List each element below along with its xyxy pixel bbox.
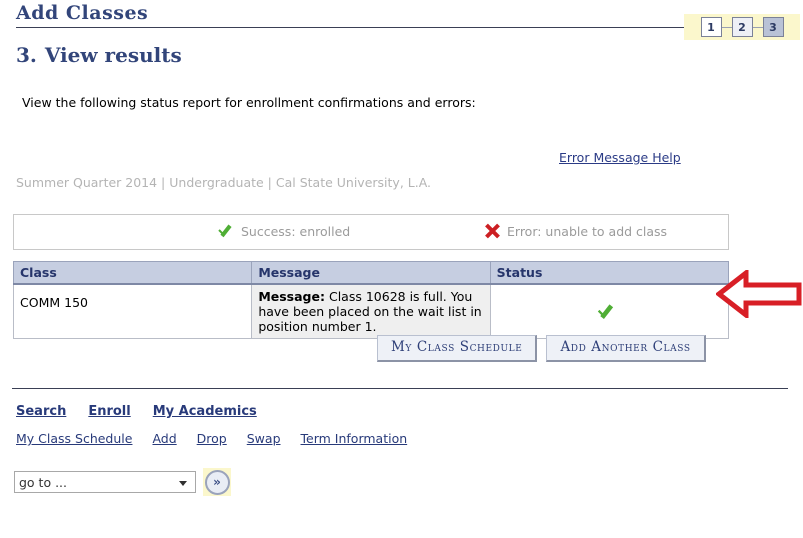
add-another-class-button[interactable]: Add Another Class [546, 335, 706, 362]
goto-submit-button[interactable]: » [203, 468, 231, 496]
table-row: COMM 150 Message: Class 10628 is full. Y… [12, 283, 730, 339]
goto-select[interactable]: go to ... [14, 471, 196, 493]
double-chevron-right-icon: » [204, 469, 230, 495]
nav-link-add[interactable]: Add [152, 431, 176, 446]
section-heading: 3. View results [16, 43, 182, 67]
column-header-class: Class [12, 261, 253, 285]
nav-link-swap[interactable]: Swap [247, 431, 281, 446]
footer-divider [12, 388, 788, 389]
error-message-help-link[interactable]: Error Message Help [559, 150, 681, 165]
step-box-3[interactable]: 3 [762, 17, 784, 37]
page-title: Add Classes [16, 2, 149, 24]
check-icon [598, 303, 621, 324]
section-number: 3. [16, 43, 37, 67]
footer-secondary-nav: My Class Schedule Add Drop Swap Term Inf… [16, 431, 407, 446]
nav-link-term-information[interactable]: Term Information [301, 431, 408, 446]
column-header-status: Status [489, 261, 730, 285]
title-divider [16, 27, 772, 28]
results-table: Class Message Status COMM 150 Message: C… [12, 261, 730, 339]
my-class-schedule-button[interactable]: My Class Schedule [377, 335, 538, 362]
nav-link-search[interactable]: Search [16, 404, 66, 419]
cell-status [489, 283, 730, 339]
cell-class: COMM 150 [12, 283, 253, 339]
step-box-2[interactable]: 2 [731, 17, 753, 37]
nav-link-my-academics[interactable]: My Academics [153, 404, 257, 419]
action-button-row: My Class Schedule Add Another Class [377, 335, 706, 362]
column-header-message: Message [251, 261, 491, 285]
nav-link-drop[interactable]: Drop [197, 431, 227, 446]
message-label: Message: [258, 289, 325, 304]
step-indicator: 1 2 3 [684, 14, 800, 40]
term-context-line: Summer Quarter 2014 | Undergraduate | Ca… [16, 175, 432, 190]
check-icon [218, 223, 234, 239]
table-header-row: Class Message Status [12, 261, 730, 285]
step-box-1[interactable]: 1 [700, 17, 722, 37]
nav-link-my-class-schedule[interactable]: My Class Schedule [16, 431, 132, 446]
section-title: View results [44, 43, 182, 67]
status-badge [599, 304, 619, 325]
goto-select-value: go to ... [19, 474, 67, 490]
legend-item-success: Success: enrolled [218, 223, 350, 239]
x-icon [484, 223, 500, 239]
page-header: Add Classes [0, 0, 803, 36]
goto-row: go to ... » [14, 468, 231, 496]
legend-item-error: Error: unable to add class [484, 223, 667, 239]
legend-error-label: Error: unable to add class [507, 223, 668, 239]
footer-primary-nav: Search Enroll My Academics [16, 404, 257, 419]
legend-success-label: Success: enrolled [241, 223, 351, 239]
chevron-down-icon [179, 481, 187, 486]
status-legend: Success: enrolled Error: unable to add c… [13, 214, 729, 250]
intro-text: View the following status report for enr… [22, 95, 476, 110]
step-connector-1 [721, 26, 732, 28]
cell-message: Message: Class 10628 is full. You have b… [251, 283, 491, 339]
step-connector-2 [752, 26, 763, 28]
nav-link-enroll[interactable]: Enroll [88, 404, 130, 419]
